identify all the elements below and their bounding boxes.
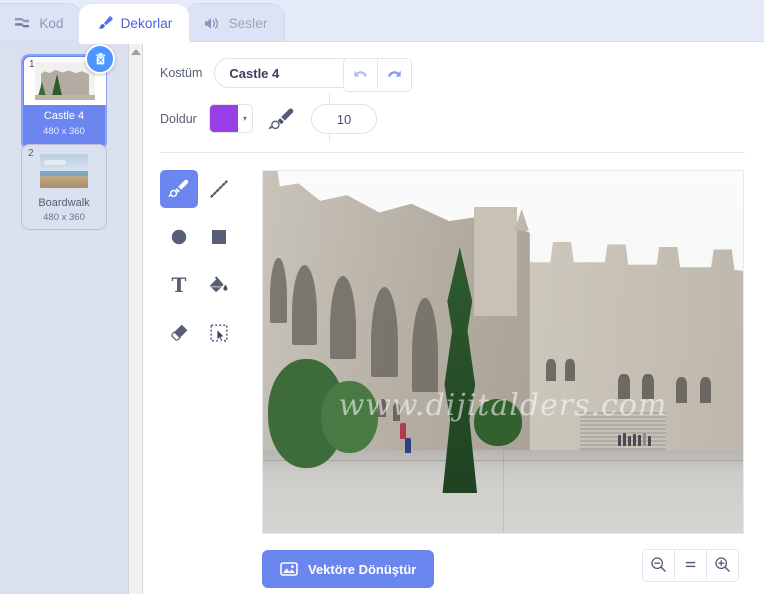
tab-sesler-label: Sesler (228, 15, 268, 31)
convert-to-vector-button[interactable]: Vektöre Dönüştür (262, 550, 435, 588)
paint-editor-panel: Kostüm Castle 4 Doldur ▾ 10 T www.dijita… (145, 42, 764, 594)
svg-text:T: T (172, 273, 187, 297)
tab-bar: Kod Dekorlar Sesler (0, 0, 764, 44)
redo-icon (386, 67, 403, 82)
tab-dekorlar-label: Dekorlar (120, 16, 173, 31)
circle-tool-icon (167, 225, 191, 249)
costume-list-sidebar: 1 Castle 4 480 x 360 2 Boardwalk 480 x 3… (0, 42, 128, 594)
costume-image: www.dijitalders.com (263, 171, 743, 533)
zoom-controls (642, 549, 739, 582)
tab-kod-label: Kod (39, 15, 64, 31)
costume-item-castle-4[interactable]: 1 Castle 4 480 x 360 (21, 44, 115, 150)
fill-bucket-icon (207, 273, 231, 297)
image-icon (280, 561, 298, 577)
select-tool-icon (207, 321, 231, 345)
tool-brush[interactable] (160, 170, 198, 208)
undo-icon (352, 67, 369, 82)
toolbar-bottom-divider (160, 152, 745, 153)
costume-number: 2 (28, 148, 34, 159)
blocks-icon (14, 16, 31, 30)
redo-button[interactable] (377, 59, 411, 89)
convert-to-vector-label: Vektöre Dönüştür (308, 561, 417, 577)
tool-palette: T (160, 170, 236, 362)
line-tool-icon (207, 177, 231, 201)
costume-name: Castle 4 (43, 110, 85, 122)
tool-eraser[interactable] (160, 314, 198, 352)
delete-costume-button[interactable] (85, 44, 115, 74)
zoom-reset-icon (682, 556, 699, 573)
costume-size: 480 x 360 (43, 126, 85, 137)
eraser-tool-icon (167, 321, 191, 345)
costume-name-row: Kostüm Castle 4 (160, 58, 359, 88)
paintbrush-tool-icon (167, 177, 191, 201)
costume-size: 480 x 360 (43, 212, 85, 223)
sidebar-scrollbar[interactable] (128, 42, 143, 594)
speaker-icon (203, 16, 221, 31)
tab-sesler[interactable]: Sesler (185, 3, 285, 42)
chevron-down-icon[interactable]: ▾ (238, 105, 252, 132)
castle-thumbnail-art (35, 62, 95, 100)
paint-canvas[interactable]: www.dijitalders.com (262, 170, 744, 534)
costume-name-input[interactable]: Castle 4 (214, 58, 359, 88)
costume-thumbnail (22, 147, 106, 195)
fill-color-swatch[interactable]: ▾ (208, 104, 253, 133)
tool-rectangle[interactable] (200, 218, 238, 256)
zoom-reset-button[interactable] (674, 550, 706, 579)
undo-button[interactable] (344, 59, 377, 89)
text-tool-icon: T (167, 273, 191, 297)
costume-editor-window: Kod Dekorlar Sesler 1 Castle 4 480 x 360… (0, 0, 764, 594)
brush-size-group: 10 (267, 104, 377, 134)
tool-select[interactable] (200, 314, 238, 352)
zoom-out-button[interactable] (643, 550, 674, 579)
tool-fill[interactable] (200, 266, 238, 304)
people-group (618, 433, 652, 447)
zoom-in-button[interactable] (706, 550, 738, 579)
zoom-out-icon (650, 556, 667, 573)
costume-number: 1 (29, 59, 35, 70)
brush-size-icon (267, 106, 297, 132)
boardwalk-thumbnail-art (40, 154, 88, 188)
tab-kod[interactable]: Kod (0, 3, 82, 42)
costume-name: Boardwalk (38, 197, 90, 209)
tool-circle[interactable] (160, 218, 198, 256)
fill-field-label: Doldur (160, 111, 197, 126)
trash-icon (94, 52, 107, 66)
tool-text[interactable]: T (160, 266, 198, 304)
costume-field-label: Kostüm (160, 66, 203, 80)
tool-line[interactable] (200, 170, 238, 208)
fill-color-row: Doldur ▾ (160, 104, 253, 133)
brush-size-input[interactable]: 10 (311, 104, 377, 134)
fill-color-preview (209, 105, 238, 132)
undo-redo-group (343, 58, 412, 92)
rectangle-tool-icon (207, 225, 231, 249)
scroll-up-arrow-icon[interactable] (131, 49, 141, 55)
tab-dekorlar[interactable]: Dekorlar (78, 3, 190, 44)
zoom-in-icon (714, 556, 731, 573)
paintbrush-icon (96, 15, 113, 32)
costume-item-boardwalk[interactable]: 2 Boardwalk 480 x 360 (21, 144, 107, 230)
